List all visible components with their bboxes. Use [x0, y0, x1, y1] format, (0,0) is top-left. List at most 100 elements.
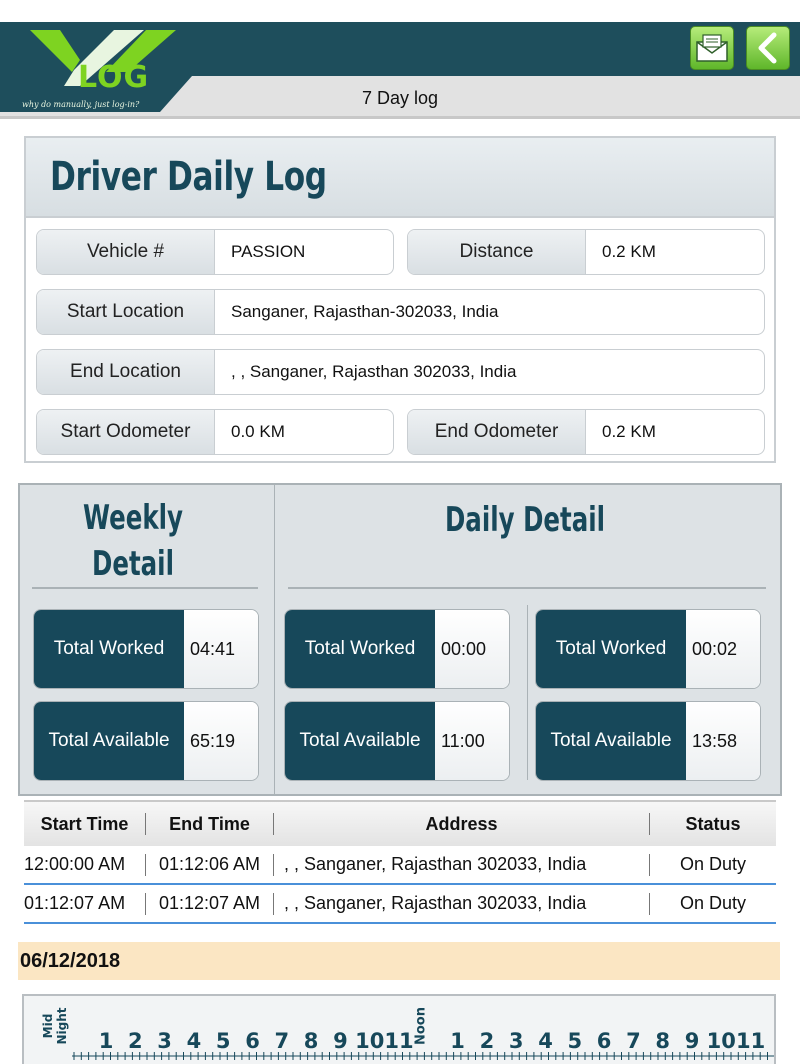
page-title: 7 Day log	[361, 88, 439, 108]
mail-button[interactable]	[690, 26, 734, 70]
stat-value: 04:41	[184, 610, 258, 688]
start-time-cell: 01:12:07 AM	[24, 892, 146, 915]
hour-label: 10	[355, 1029, 384, 1053]
card-header: Driver Daily Log	[26, 138, 774, 218]
end-time-cell: 01:12:07 AM	[146, 892, 274, 915]
stat-label: Total Worked	[34, 610, 184, 688]
hour-axis: Mid Night 1 2 3 4 5 6 7 8 9 10 11 1 2 3 4 5 6 7 8 9 10 11Noon	[41, 1007, 774, 1060]
distance-value: 0.2 KM	[602, 242, 656, 261]
status-cell: On Duty	[679, 893, 747, 913]
stat-label: Total Worked	[285, 610, 435, 688]
distance-field: Distance 0.2 KM	[407, 229, 765, 275]
daily-1-total-available: Total Available 11:00	[284, 701, 510, 781]
table-row[interactable]: 01:12:07 AM 01:12:07 AM , , Sanganer, Ra…	[24, 885, 776, 924]
back-button[interactable]	[746, 26, 790, 70]
column-header: Address	[274, 813, 650, 835]
start-time-cell: 12:00:00 AM	[24, 853, 146, 876]
hour-label: 3	[157, 1029, 172, 1053]
start-location-label: Start Location	[37, 290, 215, 334]
start-location-value: Sanganer, Rajasthan-302033, India	[231, 302, 499, 321]
column-header: Start Time	[24, 813, 146, 835]
end-odometer-value: 0.2 KM	[602, 422, 656, 441]
start-odometer-field: Start Odometer 0.0 KM	[36, 409, 394, 455]
hour-label: 6	[597, 1029, 612, 1053]
app-screen: LOG why do manually, just log-in? 7 Day …	[0, 0, 800, 1064]
hour-label: 4	[187, 1029, 202, 1053]
hour-label: 11	[384, 1029, 413, 1053]
stat-value: 00:00	[435, 610, 509, 688]
hour-label: 9	[685, 1029, 700, 1053]
driver-daily-log-card: Driver Daily Log Vehicle # PASSION Dista…	[24, 136, 776, 463]
start-odometer-value: 0.0 KM	[231, 422, 285, 441]
column-header: End Time	[146, 813, 274, 835]
table-header: Start Time End Time Address Status	[24, 800, 776, 846]
hour-label: 6	[245, 1029, 260, 1053]
card-title: Driver Daily Log	[50, 154, 327, 200]
midnight-label: Night	[55, 1007, 69, 1044]
daily-1-total-worked: Total Worked 00:00	[284, 609, 510, 689]
status-cell: On Duty	[679, 854, 747, 874]
duty-status-graph: Mid Night 1 2 3 4 5 6 7 8 9 10 11 1 2 3 4 5 6 7 8 9 10 11 Noon	[22, 994, 776, 1064]
weekly-title-line1: Weekly	[83, 498, 183, 538]
start-odometer-label: Start Odometer	[37, 410, 215, 454]
stat-value: 13:58	[686, 702, 760, 780]
hour-label: 7	[274, 1029, 289, 1053]
hour-label: 10	[707, 1029, 736, 1053]
vehicle-field: Vehicle # PASSION	[36, 229, 394, 275]
hour-label: 4	[538, 1029, 553, 1053]
hour-label: 8	[304, 1029, 319, 1053]
address-cell: , , Sanganer, Rajasthan 302033, India	[274, 853, 650, 876]
midnight-label: Mid	[41, 1014, 55, 1039]
daily-divider	[288, 587, 766, 589]
hour-label: 11	[736, 1029, 765, 1053]
end-location-label: End Location	[37, 350, 215, 394]
chevron-left-icon	[753, 31, 783, 65]
stat-value: 11:00	[435, 702, 509, 780]
mail-icon	[695, 33, 729, 63]
end-location-value: , , Sanganer, Rajasthan 302033, India	[231, 362, 517, 381]
header-shadow	[0, 116, 800, 119]
daily-2-total-available: Total Available 13:58	[535, 701, 761, 781]
hour-label: 8	[655, 1029, 670, 1053]
vehicle-label: Vehicle #	[37, 230, 215, 274]
start-location-field: Start Location Sanganer, Rajasthan-30203…	[36, 289, 765, 335]
hour-label: 2	[480, 1029, 495, 1053]
hour-label: 5	[216, 1029, 231, 1053]
table-row[interactable]: 12:00:00 AM 01:12:06 AM , , Sanganer, Ra…	[24, 846, 776, 885]
stat-label: Total Available	[536, 702, 686, 780]
stat-label: Total Worked	[536, 610, 686, 688]
column-header: Status	[685, 813, 741, 834]
end-location-field: End Location , , Sanganer, Rajasthan 302…	[36, 349, 765, 395]
hour-label: 9	[333, 1029, 348, 1053]
end-odometer-label: End Odometer	[408, 410, 586, 454]
weekly-total-available: Total Available 65:19	[33, 701, 259, 781]
stat-value: 00:02	[686, 610, 760, 688]
hour-label: 5	[567, 1029, 582, 1053]
log-table: Start Time End Time Address Status 12:00…	[24, 800, 776, 924]
date-header: 06/12/2018	[18, 942, 780, 980]
weekly-title: Weekly Detail	[52, 495, 215, 587]
section-divider	[274, 485, 275, 794]
daily-column-divider	[527, 605, 528, 780]
hour-label: 3	[509, 1029, 524, 1053]
hour-label: 1	[450, 1029, 465, 1053]
weekly-divider	[32, 587, 258, 589]
hour-label: 1	[99, 1029, 114, 1053]
distance-label: Distance	[408, 230, 586, 274]
header: LOG why do manually, just log-in? 7 Day …	[0, 0, 800, 119]
hour-label: 7	[626, 1029, 641, 1053]
end-odometer-field: End Odometer 0.2 KM	[407, 409, 765, 455]
details-panel: Weekly Detail Daily Detail Total Worked …	[18, 483, 782, 796]
weekly-title-line2: Detail	[92, 544, 174, 584]
daily-title: Daily Detail	[444, 500, 606, 540]
stat-label: Total Available	[34, 702, 184, 780]
hour-label: 2	[128, 1029, 143, 1053]
vehicle-value: PASSION	[231, 242, 306, 261]
end-time-cell: 01:12:06 AM	[146, 853, 274, 876]
stat-label: Total Available	[285, 702, 435, 780]
stat-value: 65:19	[184, 702, 258, 780]
daily-2-total-worked: Total Worked 00:02	[535, 609, 761, 689]
noon-label: Noon	[413, 1007, 428, 1045]
weekly-total-worked: Total Worked 04:41	[33, 609, 259, 689]
address-cell: , , Sanganer, Rajasthan 302033, India	[274, 892, 650, 915]
